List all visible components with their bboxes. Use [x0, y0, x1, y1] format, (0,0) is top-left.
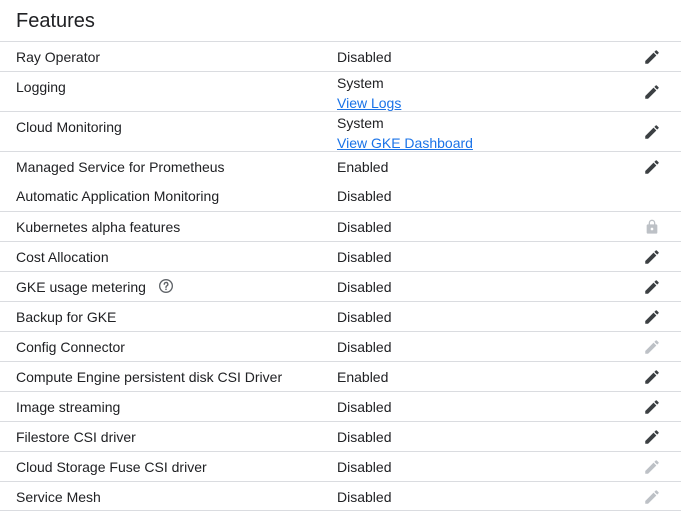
table-row: Kubernetes alpha features Disabled — [0, 211, 681, 241]
edit-icon[interactable] — [642, 397, 662, 417]
table-row: Cost Allocation Disabled — [0, 241, 681, 271]
feature-status: System View GKE Dashboard — [337, 114, 473, 154]
feature-status: Disabled — [337, 399, 392, 415]
feature-status: Disabled — [337, 459, 392, 475]
status-text: System — [337, 115, 384, 131]
edit-icon[interactable] — [642, 47, 662, 67]
table-row: Logging System View Logs — [0, 71, 681, 111]
feature-label: Cloud Monitoring — [16, 119, 122, 135]
edit-icon-disabled — [642, 457, 662, 477]
feature-label: Compute Engine persistent disk CSI Drive… — [16, 369, 283, 385]
feature-status: Disabled — [337, 339, 392, 355]
edit-icon[interactable] — [642, 157, 662, 177]
feature-label: Image streaming — [16, 399, 121, 415]
feature-status: Disabled — [337, 309, 392, 325]
edit-icon[interactable] — [642, 307, 662, 327]
table-row: Config Connector Disabled — [0, 331, 681, 361]
table-row: Image streaming Disabled — [0, 391, 681, 421]
feature-status: Disabled — [337, 279, 392, 295]
table-row: Service Mesh Disabled — [0, 481, 681, 511]
edit-icon[interactable] — [642, 122, 662, 142]
features-table: Ray Operator Disabled Logging System Vie… — [0, 41, 681, 511]
feature-label-text: GKE usage metering — [16, 279, 146, 295]
table-row: Filestore CSI driver Disabled — [0, 421, 681, 451]
table-row: Compute Engine persistent disk CSI Drive… — [0, 361, 681, 391]
table-row: Ray Operator Disabled — [0, 41, 681, 71]
feature-label: Filestore CSI driver — [16, 429, 136, 445]
table-row: GKE usage metering Disabled — [0, 271, 681, 301]
feature-status: Enabled — [337, 369, 389, 385]
table-row: Backup for GKE Disabled — [0, 301, 681, 331]
feature-status: Disabled — [337, 49, 392, 65]
feature-status: Disabled — [337, 219, 392, 235]
view-gke-dashboard-link[interactable]: View GKE Dashboard — [337, 135, 473, 151]
feature-status: Enabled — [337, 159, 389, 175]
feature-label: Cloud Storage Fuse CSI driver — [16, 459, 207, 475]
edit-icon[interactable] — [642, 427, 662, 447]
feature-label: GKE usage metering — [16, 278, 174, 296]
edit-icon[interactable] — [642, 247, 662, 267]
feature-status: Disabled — [337, 188, 392, 204]
edit-icon[interactable] — [642, 82, 662, 102]
feature-label: Service Mesh — [16, 489, 101, 505]
feature-label: Ray Operator — [16, 49, 101, 65]
table-row: Cloud Storage Fuse CSI driver Disabled — [0, 451, 681, 481]
feature-label: Config Connector — [16, 339, 125, 355]
section-title: Features — [16, 10, 95, 32]
feature-label: Automatic Application Monitoring — [16, 188, 220, 204]
feature-status: System View Logs — [337, 74, 401, 114]
feature-label: Logging — [16, 79, 66, 95]
table-row: Automatic Application Monitoring Disable… — [0, 181, 681, 211]
feature-label: Cost Allocation — [16, 249, 109, 265]
status-text: System — [337, 75, 384, 91]
feature-label: Managed Service for Prometheus — [16, 159, 225, 175]
help-icon[interactable] — [158, 278, 174, 294]
edit-icon[interactable] — [642, 277, 662, 297]
feature-status: Disabled — [337, 249, 392, 265]
edit-icon-disabled — [642, 337, 662, 357]
edit-icon[interactable] — [642, 367, 662, 387]
table-row: Managed Service for Prometheus Enabled — [0, 151, 681, 181]
feature-status: Disabled — [337, 429, 392, 445]
feature-status: Disabled — [337, 489, 392, 505]
feature-label: Backup for GKE — [16, 309, 117, 325]
view-logs-link[interactable]: View Logs — [337, 95, 401, 111]
table-row: Cloud Monitoring System View GKE Dashboa… — [0, 111, 681, 151]
edit-icon-disabled — [642, 487, 662, 507]
feature-label: Kubernetes alpha features — [16, 219, 181, 235]
lock-icon — [642, 217, 662, 237]
